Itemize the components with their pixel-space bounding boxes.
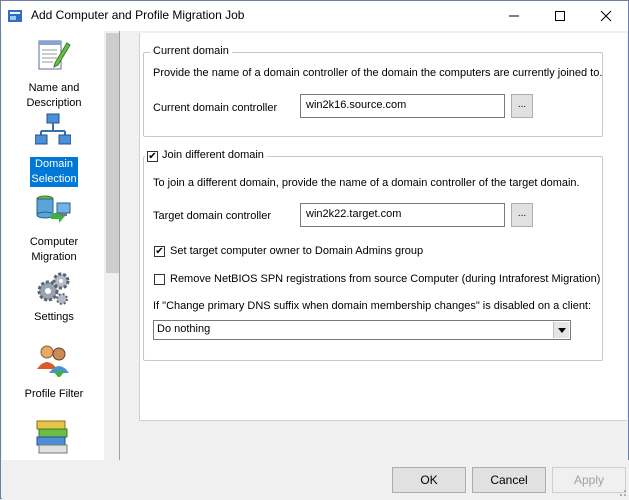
scrollbar-thumb[interactable] <box>106 33 119 273</box>
sidebar-item-label: Description <box>26 97 82 109</box>
current-domain-browse-button[interactable]: ... <box>511 94 533 118</box>
window-title: Add Computer and Profile Migration Job <box>31 8 245 22</box>
sidebar-item-label: Profile Filter <box>24 388 84 400</box>
sidebar-item-label: Migration <box>31 251 77 263</box>
gears-icon <box>35 271 71 307</box>
current-domain-controller-input[interactable]: win2k16.source.com <box>300 94 505 118</box>
owner-option-label[interactable]: Set target computer owner to Domain Admi… <box>170 245 423 257</box>
dns-suffix-selected: Do nothing <box>157 323 211 335</box>
resize-grip-icon[interactable] <box>617 487 627 497</box>
owner-checkbox[interactable]: ✔ <box>154 246 165 257</box>
join-domain-description: To join a different domain, provide the … <box>153 177 580 189</box>
app-icon <box>7 8 23 24</box>
sidebar-item-label: Selection <box>30 172 78 187</box>
dns-suffix-select[interactable]: Do nothing <box>153 320 571 340</box>
maximize-button[interactable] <box>537 1 583 31</box>
dialog-footer: OK Cancel Apply <box>2 460 629 499</box>
minimize-button[interactable] <box>491 1 537 31</box>
join-domain-group: ✔ Join different domain To join a differe… <box>143 149 603 361</box>
current-domain-description: Provide the name of a domain controller … <box>153 67 603 79</box>
spn-option-label[interactable]: Remove NetBIOS SPN registrations from so… <box>170 273 600 285</box>
join-domain-legend[interactable]: ✔ Join different domain <box>145 149 267 162</box>
cancel-button[interactable]: Cancel <box>472 467 546 493</box>
apply-button[interactable]: Apply <box>552 467 626 493</box>
current-domain-legend: Current domain <box>150 45 232 57</box>
dialog-window: Add Computer and Profile Migration Job N… <box>0 0 629 499</box>
wizard-sidebar: Name and Description Domain Selection Co… <box>2 31 120 460</box>
dns-suffix-label: If "Change primary DNS suffix when domai… <box>153 300 592 312</box>
current-domain-group: Current domain Provide the name of a dom… <box>143 45 603 137</box>
join-domain-checkbox[interactable]: ✔ <box>147 151 158 162</box>
join-domain-label: Join different domain <box>162 149 264 161</box>
target-domain-browse-button[interactable]: ... <box>511 203 533 227</box>
notepad-pencil-icon <box>35 37 71 73</box>
current-domain-controller-label: Current domain controller <box>153 102 278 114</box>
title-bar: Add Computer and Profile Migration Job <box>1 1 628 31</box>
close-button[interactable] <box>583 1 629 31</box>
sidebar-item-label: Domain <box>30 157 78 172</box>
network-computers-icon <box>34 113 72 149</box>
users-filter-icon <box>35 343 71 379</box>
sidebar-item-label: Computer <box>29 236 79 248</box>
settings-panel: Current domain Provide the name of a dom… <box>139 33 627 421</box>
books-stack-icon <box>35 419 71 455</box>
main-content: Current domain Provide the name of a dom… <box>121 31 629 460</box>
sidebar-item-label: Settings <box>34 311 74 323</box>
sidebar-item-label: Name and <box>28 82 80 94</box>
chevron-down-icon[interactable] <box>553 322 569 338</box>
spn-checkbox[interactable] <box>154 274 165 285</box>
target-domain-controller-input[interactable]: win2k22.target.com <box>300 203 505 227</box>
sidebar-scrollbar[interactable] <box>104 31 119 460</box>
ok-button[interactable]: OK <box>392 467 466 493</box>
server-computer-icon <box>35 193 71 229</box>
target-domain-controller-label: Target domain controller <box>153 210 272 222</box>
